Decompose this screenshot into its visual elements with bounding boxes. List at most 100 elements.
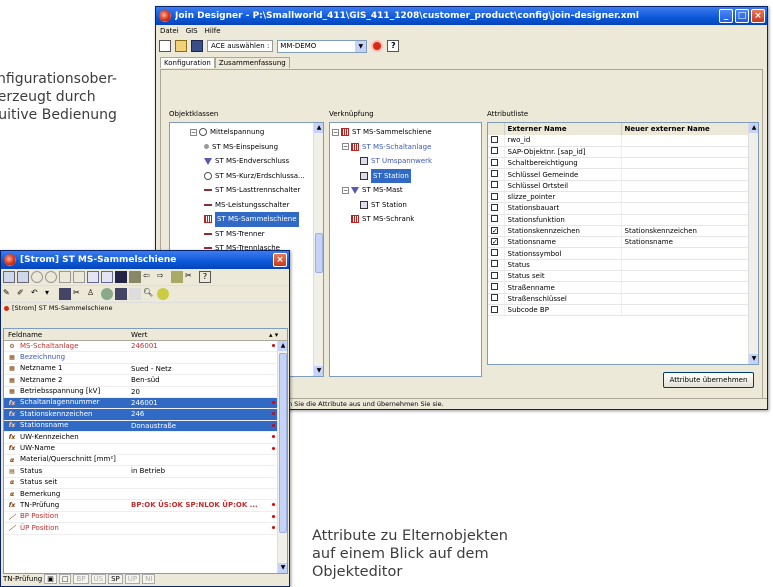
table-row[interactable]: SAP-Objektnr. [sap_id] — [488, 146, 758, 159]
table-row[interactable]: Schlüssel Ortsteil — [488, 180, 758, 192]
tree-item[interactable]: ST MS-Kurz/Erdschlussa... — [190, 169, 323, 184]
field-value[interactable] — [127, 444, 267, 454]
attribute-new-name[interactable] — [621, 135, 758, 147]
attributliste-table[interactable]: Externer Name Neuer externer Name rwo_id… — [487, 122, 759, 365]
property-row[interactable]: fx Schaltanlagennummer 246001 — [4, 397, 287, 410]
col-externer-name[interactable]: Externer Name — [504, 123, 622, 135]
attribute-new-name[interactable] — [621, 293, 758, 305]
objektklassen-scrollbar[interactable]: ▲ ▼ — [313, 123, 323, 376]
scroll-up-icon[interactable]: ▲ — [278, 341, 287, 351]
table-row[interactable]: ✓ Stationskennzeichen Stationskennzeichen — [488, 225, 758, 238]
field-value[interactable]: 246001 — [127, 341, 267, 351]
tab-sp[interactable]: SP — [108, 573, 123, 584]
field-value[interactable]: Donaustraße — [127, 421, 267, 431]
collapse-icon[interactable]: − — [332, 128, 339, 136]
menu-datei[interactable]: Datei — [160, 27, 179, 35]
attribute-checkbox[interactable] — [491, 158, 498, 166]
circle-icon[interactable] — [31, 271, 43, 283]
attribute-new-name[interactable] — [621, 259, 758, 272]
attribute-new-name[interactable]: Stationsname — [621, 236, 758, 249]
help-icon[interactable]: ? — [387, 40, 400, 52]
property-row[interactable]: α Status seit — [4, 478, 287, 490]
tree-item-selected[interactable]: ST MS-Sammelschiene — [190, 212, 323, 227]
col-feldname[interactable]: Feldname — [4, 329, 127, 340]
attribute-new-name[interactable] — [621, 214, 758, 226]
field-value[interactable]: 246 — [127, 409, 267, 419]
table-row[interactable]: Straßenname — [488, 281, 758, 294]
verknuepfung-tree[interactable]: − ST MS-Sammelschiene − ST MS-Schaltanlage… — [329, 122, 482, 377]
map-icon[interactable] — [87, 271, 99, 283]
property-row[interactable]: ／ ÜP Position — [4, 523, 287, 535]
person-icon[interactable]: ♙ — [87, 288, 99, 300]
table-row[interactable]: slizze_pointer — [488, 191, 758, 204]
circle-icon[interactable] — [45, 271, 57, 283]
table-row[interactable]: rwo_id — [488, 135, 758, 147]
edit-icon[interactable]: ✐ — [17, 288, 29, 300]
field-value[interactable] — [127, 478, 267, 488]
property-row[interactable]: fx Stationskennzeichen 246 — [4, 409, 287, 421]
field-value[interactable]: 20 — [127, 387, 267, 397]
field-value[interactable] — [127, 523, 267, 533]
field-value[interactable]: 246001 — [127, 398, 267, 408]
tree-item-selected[interactable]: ST Station — [332, 168, 481, 183]
attribute-new-name[interactable]: Stationskennzeichen — [621, 225, 758, 238]
binoculars-icon[interactable] — [115, 271, 127, 283]
table-row[interactable]: Stationssymbol — [488, 247, 758, 260]
new-file-icon[interactable] — [159, 40, 171, 52]
tree-item[interactable]: − Mittelspannung — [190, 125, 323, 140]
field-value[interactable]: Ben-süd — [127, 375, 267, 385]
attribute-checkbox[interactable] — [491, 170, 498, 178]
property-row[interactable]: ▤ Status in Betrieb — [4, 466, 287, 478]
tree-item[interactable]: ST MS-Einspeisung — [190, 140, 323, 155]
zoom-icon[interactable]: 🔍︎ — [143, 288, 155, 300]
attribute-new-name[interactable] — [621, 202, 758, 215]
attribute-checkbox[interactable] — [491, 192, 498, 200]
attribute-checkbox[interactable] — [491, 135, 498, 143]
arrow-left-icon[interactable]: ⇦ — [143, 271, 155, 283]
property-row[interactable]: ／ BP Position — [4, 512, 287, 524]
attribute-new-name[interactable] — [621, 191, 758, 204]
field-value[interactable] — [127, 455, 267, 465]
attribute-checkbox[interactable] — [491, 147, 498, 155]
scroll-thumb[interactable] — [279, 353, 287, 533]
tree-item[interactable]: ST MS-Lasttrennschalter — [190, 183, 323, 198]
tree-item[interactable]: ST Umspannwerk — [332, 154, 481, 169]
property-row[interactable]: ▦ Betriebsspannung [kV] 20 — [4, 387, 287, 398]
close-button[interactable]: × — [751, 9, 765, 23]
field-value[interactable] — [127, 512, 267, 522]
table-icon[interactable] — [129, 271, 141, 283]
scroll-down-icon[interactable]: ▼ — [749, 354, 758, 364]
table-row[interactable]: Stationsfunktion — [488, 214, 758, 226]
attribute-new-name[interactable] — [621, 168, 758, 181]
help-icon[interactable]: ? — [199, 271, 211, 283]
property-row[interactable]: fx UW-Name — [4, 444, 287, 455]
tree-item[interactable]: ST MS-Trenner — [190, 227, 323, 242]
open-folder-icon[interactable] — [175, 40, 187, 52]
cut-icon[interactable]: ✂ — [73, 288, 85, 300]
attribute-checkbox[interactable] — [491, 305, 498, 313]
table-row[interactable]: Stationsbauart — [488, 202, 758, 215]
undo-icon[interactable]: ↶ — [31, 288, 43, 300]
settings-icon[interactable] — [157, 288, 169, 300]
property-row[interactable]: fx UW-Kennzeichen — [4, 432, 287, 444]
chevron-down-icon[interactable]: ▼ — [355, 40, 367, 52]
maximize-button[interactable]: □ — [735, 9, 749, 23]
property-row[interactable]: ⚙ MS-Schaltanlage 246001 — [4, 341, 287, 353]
property-row[interactable]: ▦ Netzname 1 Sued - Netz — [4, 364, 287, 376]
attribute-new-name[interactable] — [621, 247, 758, 260]
tree-item[interactable]: − ST MS-Schaltanlage — [332, 140, 481, 155]
col-wert[interactable]: Wert — [127, 329, 267, 340]
table-row[interactable]: Schaltbereichtigung — [488, 157, 758, 170]
copy-icon[interactable]: ▣ — [44, 573, 57, 584]
collapse-icon[interactable]: − — [190, 128, 197, 136]
table-row[interactable]: ✓ Stationsname Stationsname — [488, 236, 758, 249]
tab-ni[interactable]: NI — [142, 573, 156, 584]
sort-arrows-icon[interactable]: ▴ ▾ — [267, 329, 287, 340]
field-value[interactable]: in Betrieb — [127, 466, 267, 476]
apply-attributes-button[interactable]: Attribute übernehmen — [663, 372, 754, 388]
attribute-checkbox[interactable] — [491, 294, 498, 302]
tab-bp[interactable]: BP — [73, 573, 89, 584]
strom-titlebar[interactable]: [Strom] ST MS-Sammelschiene × — [1, 251, 289, 269]
property-row[interactable]: α Material/Querschnitt [mm²] — [4, 455, 287, 467]
table-row[interactable]: Subcode BP — [488, 304, 758, 317]
